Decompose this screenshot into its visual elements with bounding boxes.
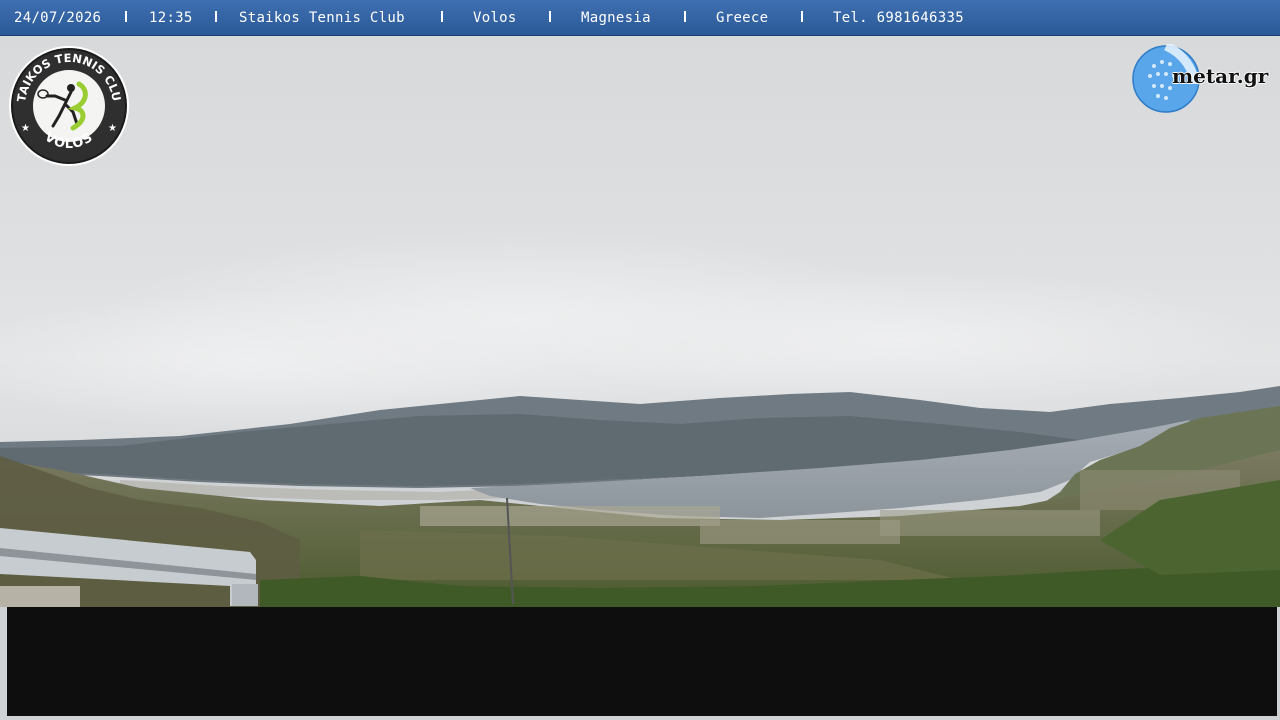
- separator: [549, 11, 551, 22]
- cloud-bank: [540, 270, 1260, 410]
- star-icon: ★: [21, 123, 30, 134]
- railing-post: [232, 584, 258, 606]
- village-houses: [700, 520, 900, 544]
- webcam-frame: 24/07/2026 12:35 Staikos Tennis Club Vol…: [0, 0, 1280, 720]
- ground-path: [0, 586, 80, 607]
- separator: [801, 11, 803, 22]
- date-text: 24/07/2026: [14, 10, 102, 26]
- village-houses: [880, 510, 1100, 536]
- overlay-panel: [7, 607, 1277, 716]
- metar-brand-text: metar.gr: [1172, 64, 1269, 88]
- city-text: Volos: [473, 10, 517, 26]
- separator: [125, 11, 127, 22]
- village-houses: [420, 506, 720, 526]
- country-text: Greece: [716, 10, 769, 26]
- region-text: Magnesia: [581, 10, 651, 26]
- info-bar: 24/07/2026 12:35 Staikos Tennis Club Vol…: [0, 0, 1280, 36]
- separator: [684, 11, 686, 22]
- separator: [441, 11, 443, 22]
- club-name-text: Staikos Tennis Club: [239, 10, 405, 26]
- phone-text: Tel. 6981646335: [833, 10, 964, 26]
- separator: [215, 11, 217, 22]
- time-text: 12:35: [149, 10, 193, 26]
- star-icon: ★: [108, 123, 117, 134]
- club-logo: STAIKOS TENNIS CLUB VOLOS ★ ★: [7, 44, 129, 166]
